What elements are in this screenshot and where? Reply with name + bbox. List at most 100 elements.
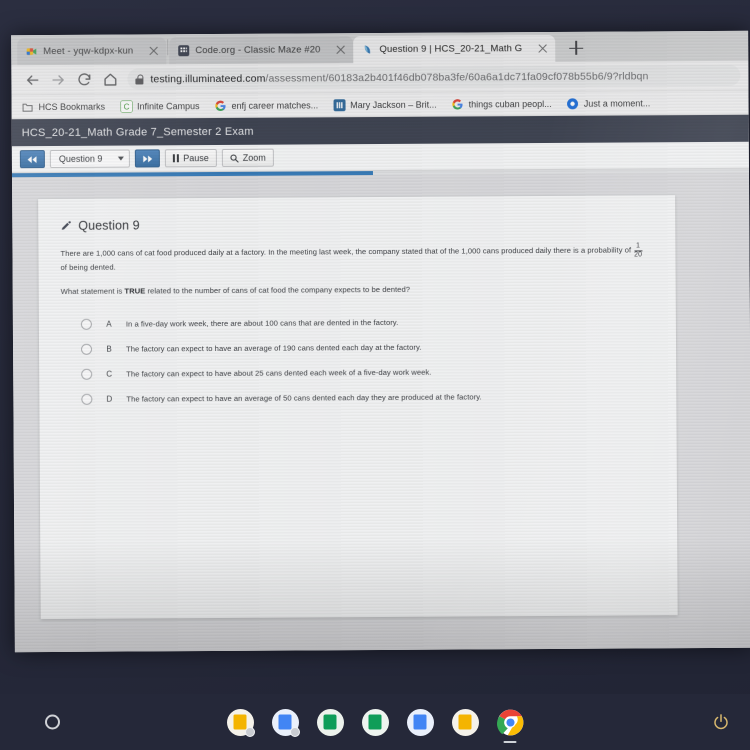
reload-icon[interactable] bbox=[71, 66, 97, 92]
bookmark-hcs-bookmarks[interactable]: HCS Bookmarks bbox=[22, 100, 106, 113]
question-select-value: Question 9 bbox=[58, 153, 103, 164]
magnifier-icon bbox=[230, 153, 239, 163]
codeorg-icon bbox=[178, 45, 190, 57]
web-page: HCS_20-21_Math Grade 7_Semester 2 Exam Q… bbox=[11, 114, 750, 653]
fraction-one-twentieth: 1 20 bbox=[634, 242, 643, 259]
browser-tab-1[interactable]: Meet - yqw-kdpx-kun bbox=[17, 37, 167, 66]
infinite-campus-icon: C bbox=[120, 100, 133, 113]
question-stem: There are 1,000 cans of cat food produce… bbox=[60, 242, 653, 273]
laptop-screen: Meet - yqw-kdpx-kun Code.org - Classic M… bbox=[11, 30, 750, 653]
bookmark-enfj-career-matches[interactable]: enfj career matches... bbox=[215, 99, 319, 112]
url-path: /assessment/60183a2b401f46db078ba3fe/60a… bbox=[265, 69, 649, 85]
question-area: Question 9 There are 1,000 cans of cat f… bbox=[11, 172, 750, 653]
power-icon[interactable] bbox=[712, 713, 730, 731]
new-tab-button[interactable] bbox=[563, 36, 589, 60]
question-header: Question 9 bbox=[60, 215, 653, 233]
launcher-circle-icon[interactable] bbox=[45, 714, 60, 730]
app-badge bbox=[244, 726, 255, 737]
lock-icon bbox=[135, 74, 143, 84]
chrome-icon[interactable] bbox=[496, 709, 524, 736]
fraction-numerator: 1 bbox=[636, 242, 641, 250]
google-classroom-icon[interactable] bbox=[316, 708, 344, 736]
close-icon[interactable] bbox=[334, 43, 347, 56]
address-bar[interactable]: testing.illuminateed.com/assessment/6018… bbox=[127, 64, 741, 90]
choice-text: In a five-day work week, there are about… bbox=[125, 318, 399, 329]
browser-tabstrip: Meet - yqw-kdpx-kun Code.org - Classic M… bbox=[11, 30, 749, 66]
question-prompt: What statement is TRUE related to the nu… bbox=[60, 284, 654, 297]
choice-text: The factory can expect to have an averag… bbox=[126, 343, 422, 354]
back-arrow-icon[interactable] bbox=[19, 67, 45, 93]
close-icon[interactable] bbox=[147, 44, 160, 57]
choice-letter: C bbox=[106, 370, 113, 380]
url-text: testing.illuminateed.com/assessment/6018… bbox=[150, 70, 648, 85]
illuminate-icon bbox=[365, 45, 371, 54]
bookmark-label: enfj career matches... bbox=[231, 99, 319, 111]
zoom-label: Zoom bbox=[242, 152, 266, 163]
bookmark-label: Infinite Campus bbox=[137, 100, 200, 111]
rewind-icon bbox=[27, 155, 37, 163]
zoom-button[interactable]: Zoom bbox=[221, 148, 274, 167]
home-icon[interactable] bbox=[97, 66, 123, 92]
fraction-denominator: 20 bbox=[634, 249, 643, 259]
close-icon[interactable] bbox=[536, 42, 549, 55]
browser-tab-3[interactable]: Question 9 | HCS_20-21_Math G bbox=[353, 34, 556, 64]
svg-text:C: C bbox=[123, 102, 129, 111]
choice-text: The factory can expect to have about 25 … bbox=[126, 368, 432, 379]
answer-choice-b[interactable]: B The factory can expect to have an aver… bbox=[61, 334, 654, 363]
bookmark-things-cuban-people[interactable]: things cuban peopl... bbox=[452, 97, 552, 110]
question-stem-part1: There are 1,000 cans of cat food produce… bbox=[60, 245, 632, 259]
choice-letter: B bbox=[106, 345, 112, 355]
radio-button[interactable] bbox=[81, 369, 93, 381]
browser-tab-2[interactable]: Code.org - Classic Maze #20 bbox=[169, 36, 354, 65]
answer-choice-d[interactable]: D The factory can expect to have an aver… bbox=[61, 384, 654, 413]
choice-letter: D bbox=[106, 395, 113, 405]
answer-choices: A In a five-day work week, there are abo… bbox=[61, 309, 655, 413]
pause-label: Pause bbox=[183, 153, 209, 164]
tab-title: Question 9 | HCS_20-21_Math G bbox=[379, 43, 523, 56]
radio-button[interactable] bbox=[80, 319, 92, 331]
choice-letter: A bbox=[106, 320, 112, 330]
bookmark-label: HCS Bookmarks bbox=[38, 101, 106, 112]
forward-arrow-icon[interactable] bbox=[45, 66, 71, 92]
google-slides-icon[interactable] bbox=[226, 708, 255, 737]
bookmark-label: Mary Jackson – Brit... bbox=[350, 99, 437, 110]
answer-choice-c[interactable]: C The factory can expect to have about 2… bbox=[61, 359, 654, 388]
prompt-emphasis: TRUE bbox=[124, 286, 146, 296]
radio-button[interactable] bbox=[81, 344, 93, 356]
google-docs-icon[interactable] bbox=[271, 708, 300, 737]
cloudflare-icon bbox=[567, 97, 579, 109]
folder-icon bbox=[22, 103, 33, 112]
page-title: HCS_20-21_Math Grade 7_Semester 2 Exam bbox=[21, 125, 254, 139]
question-select[interactable]: Question 9 bbox=[49, 149, 130, 169]
google-docs-icon[interactable] bbox=[406, 708, 434, 736]
google-slides-icon[interactable] bbox=[451, 708, 479, 736]
tab-title: Meet - yqw-kdpx-kun bbox=[43, 45, 134, 58]
bookmark-infinite-campus[interactable]: C Infinite Campus bbox=[120, 100, 200, 113]
previous-question-button[interactable] bbox=[19, 150, 45, 169]
prompt-before: What statement is bbox=[60, 286, 123, 297]
next-question-button[interactable] bbox=[134, 149, 160, 168]
question-card: Question 9 There are 1,000 cans of cat f… bbox=[38, 195, 678, 620]
fast-forward-icon bbox=[143, 154, 153, 162]
url-host: testing.illuminateed.com bbox=[150, 72, 266, 85]
app-badge bbox=[289, 726, 300, 737]
bookmark-label: things cuban peopl... bbox=[468, 98, 552, 109]
bookmark-just-a-moment[interactable]: Just a moment... bbox=[567, 97, 651, 110]
google-icon bbox=[452, 98, 463, 110]
google-meet-icon bbox=[26, 48, 37, 55]
radio-button[interactable] bbox=[81, 394, 93, 406]
laptop-photo: hp Meet - yqw-kdpx-kun bbox=[0, 0, 750, 750]
question-title: Question 9 bbox=[78, 218, 140, 233]
google-icon bbox=[215, 100, 226, 111]
britannica-icon bbox=[333, 98, 346, 111]
choice-text: The factory can expect to have an averag… bbox=[126, 392, 482, 404]
bookmark-mary-jackson-britannica[interactable]: Mary Jackson – Brit... bbox=[333, 98, 437, 111]
chevron-down-icon bbox=[117, 156, 124, 161]
pencil-icon bbox=[61, 220, 71, 230]
pause-button[interactable]: Pause bbox=[164, 149, 217, 168]
bookmark-label: Just a moment... bbox=[583, 97, 651, 109]
answer-choice-a[interactable]: A In a five-day work week, there are abo… bbox=[61, 309, 654, 338]
pause-icon bbox=[172, 154, 180, 163]
google-sheets-icon[interactable] bbox=[361, 708, 389, 736]
prompt-after: related to the number of cans of cat foo… bbox=[147, 285, 411, 296]
